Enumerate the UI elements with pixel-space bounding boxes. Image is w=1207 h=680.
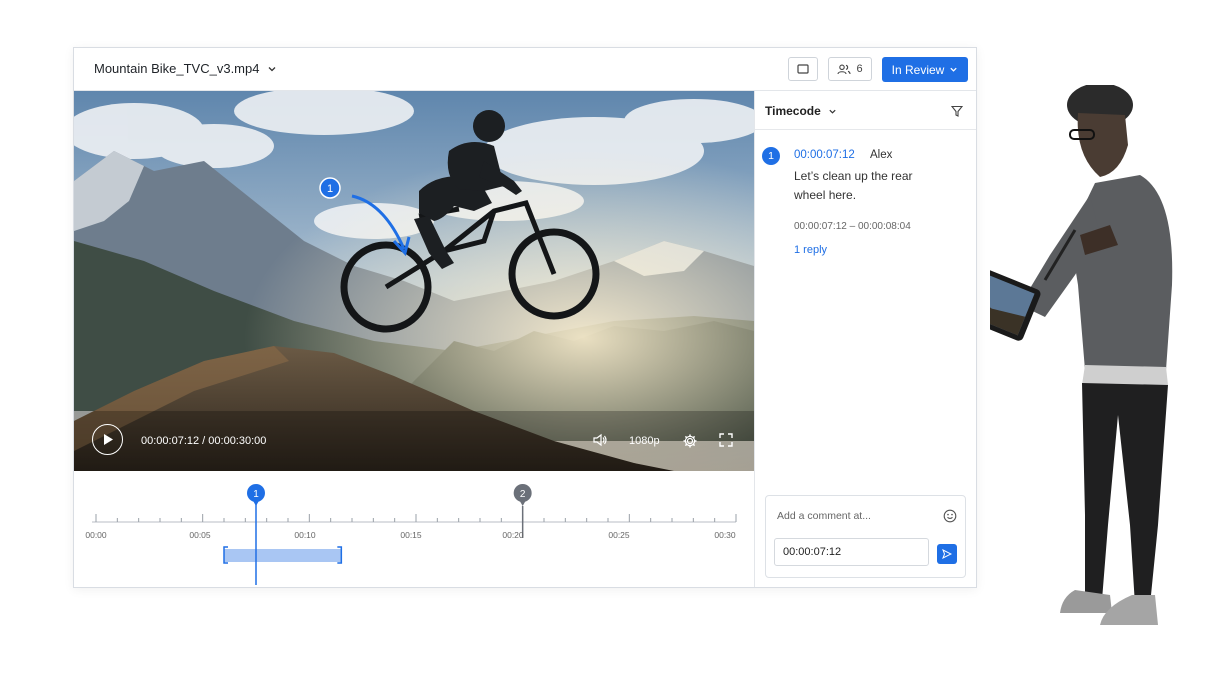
filter-button[interactable] <box>950 104 964 122</box>
tick-label: 00:30 <box>714 530 736 540</box>
comments-panel-header: Timecode <box>755 91 976 130</box>
rectangle-icon <box>797 64 809 74</box>
tick-label: 00:05 <box>189 530 211 540</box>
compare-view-button[interactable] <box>788 57 818 81</box>
selected-range[interactable] <box>224 549 342 562</box>
timeline[interactable]: 1 2 00:00 00:05 00:10 00:15 00:20 00:25 … <box>74 471 754 589</box>
tick-label: 00:00 <box>85 530 107 540</box>
video-frame-image: 1 <box>74 91 754 471</box>
comment-time-range: 00:00:07:12 – 00:00:08:04 <box>794 221 911 232</box>
viewers-button[interactable]: 6 <box>828 57 872 81</box>
person-with-tablet-illustration <box>990 85 1173 625</box>
file-selector[interactable]: Mountain Bike_TVC_v3.mp4 <box>94 61 277 76</box>
marker-2-label: 2 <box>520 489 526 500</box>
tick-label: 00:15 <box>400 530 422 540</box>
settings-button[interactable] <box>682 433 698 452</box>
comment-number-badge: 1 <box>762 147 780 165</box>
chevron-down-icon <box>829 109 836 114</box>
status-dropdown-button[interactable]: In Review <box>882 57 968 82</box>
comment-timecode[interactable]: 00:00:07:12 <box>794 149 855 161</box>
time-display: 00:00:07:12 / 00:00:30:00 <box>141 435 267 447</box>
chevron-down-icon <box>950 67 957 72</box>
filter-icon <box>950 105 964 117</box>
status-label: In Review <box>891 62 945 77</box>
send-icon <box>942 549 952 559</box>
tick-label: 00:10 <box>294 530 316 540</box>
users-icon <box>837 64 851 74</box>
tick-label: 00:20 <box>502 530 524 540</box>
comment-composer: Add a comment at... 00:00:07:12 <box>765 495 966 578</box>
review-app-window: Mountain Bike_TVC_v3.mp4 6 In Review 1 0… <box>73 47 977 588</box>
comment-input[interactable]: Add a comment at... <box>777 510 871 522</box>
chevron-down-icon <box>269 66 276 71</box>
quality-selector[interactable]: 1080p <box>629 435 660 447</box>
comment-text-line-1: Let’s clean up the rear <box>794 169 913 183</box>
video-player[interactable]: 1 00:00:07:12 / 00:00:30:00 1080p <box>74 91 754 471</box>
gear-icon <box>683 434 697 448</box>
annotation-number: 1 <box>327 183 333 195</box>
viewers-count: 6 <box>856 63 863 75</box>
emoji-button[interactable] <box>943 509 957 528</box>
marker-1-label: 1 <box>253 489 259 500</box>
volume-button[interactable] <box>592 433 608 450</box>
tick-label: 00:25 <box>608 530 630 540</box>
smiley-icon <box>943 509 957 523</box>
comment-author: Alex <box>870 149 893 161</box>
top-bar: Mountain Bike_TVC_v3.mp4 6 In Review <box>74 48 976 91</box>
fullscreen-icon <box>719 433 733 447</box>
timeline-marker-1[interactable]: 1 <box>247 484 265 506</box>
file-name-label: Mountain Bike_TVC_v3.mp4 <box>94 61 260 76</box>
sort-dropdown[interactable]: Timecode <box>765 104 837 118</box>
comment-text-line-2: wheel here. <box>794 188 857 202</box>
comment-item[interactable]: 1 00:00:07:12 Alex Let’s clean up the re… <box>755 141 976 271</box>
reply-link[interactable]: 1 reply <box>794 244 827 256</box>
timecode-input[interactable]: 00:00:07:12 <box>774 538 929 566</box>
play-icon <box>103 434 113 445</box>
send-button[interactable] <box>937 544 957 564</box>
fullscreen-button[interactable] <box>719 433 733 450</box>
comments-panel: Timecode 1 00:00:07:12 Alex Let’s clean … <box>754 91 976 587</box>
play-button[interactable] <box>92 424 123 455</box>
speaker-icon <box>593 433 607 447</box>
sort-label: Timecode <box>765 104 821 118</box>
